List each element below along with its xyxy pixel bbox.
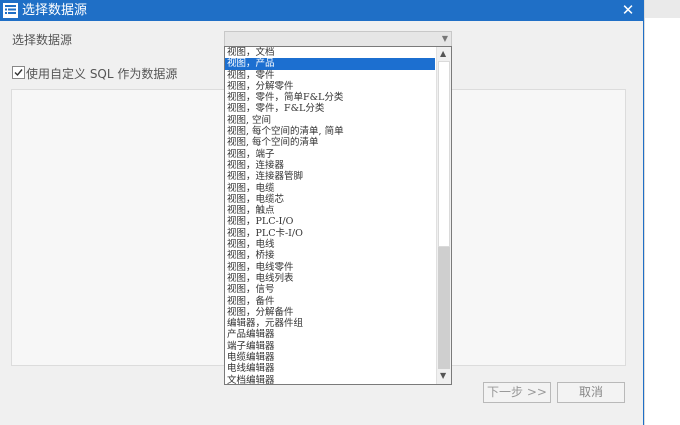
chevron-down-icon[interactable]: ▼ [442, 34, 448, 43]
dropdown-item[interactable]: 电线编辑器 [225, 363, 435, 374]
dropdown-item[interactable]: 视图，电线列表 [225, 273, 435, 284]
scrollbar-thumb[interactable] [438, 61, 450, 247]
scroll-up-icon[interactable]: ▲ [440, 49, 446, 58]
window-title: 选择数据源 [22, 3, 88, 18]
dropdown-item[interactable]: 视图，备件 [225, 296, 435, 307]
dropdown-item[interactable]: 视图，桥接 [225, 250, 435, 261]
dropdown-item[interactable]: 视图，电线 [225, 239, 435, 250]
dropdown-item[interactable]: 视图，零件 [225, 70, 435, 81]
dropdown-item[interactable]: 产品编辑器 [225, 329, 435, 340]
dropdown-item[interactable]: 视图, 每个空间的清单, 简单 [225, 126, 435, 137]
dropdown-item[interactable]: 视图，信号 [225, 284, 435, 295]
dropdown-item[interactable]: 视图，电缆芯 [225, 194, 435, 205]
dropdown-item[interactable]: 视图，零件，F&L分类 [225, 103, 435, 114]
background-window-strip [643, 0, 680, 425]
dropdown-item[interactable]: 视图，电线零件 [225, 262, 435, 273]
use-sql-checkbox[interactable] [12, 66, 25, 79]
datasource-label: 选择数据源 [12, 33, 73, 47]
dropdown-item[interactable]: 视图，连接器管脚 [225, 171, 435, 182]
dropdown-item[interactable]: 视图，PLC卡-I/O [225, 228, 435, 239]
dropdown-item[interactable]: 文档编辑器 [225, 375, 435, 384]
dropdown-item[interactable]: 视图，连接器 [225, 160, 435, 171]
dropdown-item[interactable]: 视图，触点 [225, 205, 435, 216]
title-bar[interactable]: 选择数据源 ✕ [0, 0, 643, 21]
datasource-dropdown-list[interactable]: 视图，文档 视图，产品 视图，零件 视图，分解零件 视图，零件，简单F&L分类 视图，零件… [224, 46, 452, 385]
use-sql-label[interactable]: 使用自定义 SQL 作为数据源 [26, 65, 177, 82]
datasource-combobox[interactable]: ▼ [224, 31, 452, 47]
dropdown-item[interactable]: 视图，产品 [225, 58, 435, 70]
dropdown-item[interactable]: 视图, 每个空间的清单 [225, 137, 435, 148]
dropdown-item[interactable]: 视图，零件，简单F&L分类 [225, 92, 435, 103]
dropdown-item[interactable]: 视图，端子 [225, 149, 435, 160]
close-icon[interactable]: ✕ [618, 1, 638, 20]
dropdown-items: 视图，文档 视图，产品 视图，零件 视图，分解零件 视图，零件，简单F&L分类 视图，零件… [225, 47, 435, 384]
scrollbar-track[interactable] [438, 247, 450, 369]
background-titlebar [645, 0, 680, 18]
list-app-icon [3, 3, 18, 18]
dropdown-scrollbar[interactable]: ▲ ▼ [436, 47, 451, 384]
cancel-button[interactable]: 取消 [557, 382, 625, 403]
dropdown-item[interactable]: 视图，电缆 [225, 183, 435, 194]
dropdown-item[interactable]: 视图，分解零件 [225, 81, 435, 92]
checkmark-icon [14, 69, 23, 77]
select-datasource-dialog: 选择数据源 ✕ 选择数据源 ▼ 使用自定义 SQL 作为数据源 下一步 >> 取… [0, 0, 644, 425]
next-button[interactable]: 下一步 >> [483, 382, 551, 403]
dropdown-item[interactable]: 端子编辑器 [225, 341, 435, 352]
dropdown-item[interactable]: 视图，文档 [225, 47, 435, 58]
dropdown-item[interactable]: 电缆编辑器 [225, 352, 435, 363]
scroll-down-icon[interactable]: ▼ [440, 371, 446, 380]
dropdown-item[interactable]: 视图，PLC-I/O [225, 216, 435, 227]
dropdown-item[interactable]: 编辑器，元器件组 [225, 318, 435, 329]
dropdown-item[interactable]: 视图, 空间 [225, 115, 435, 126]
dropdown-item[interactable]: 视图，分解备件 [225, 307, 435, 318]
